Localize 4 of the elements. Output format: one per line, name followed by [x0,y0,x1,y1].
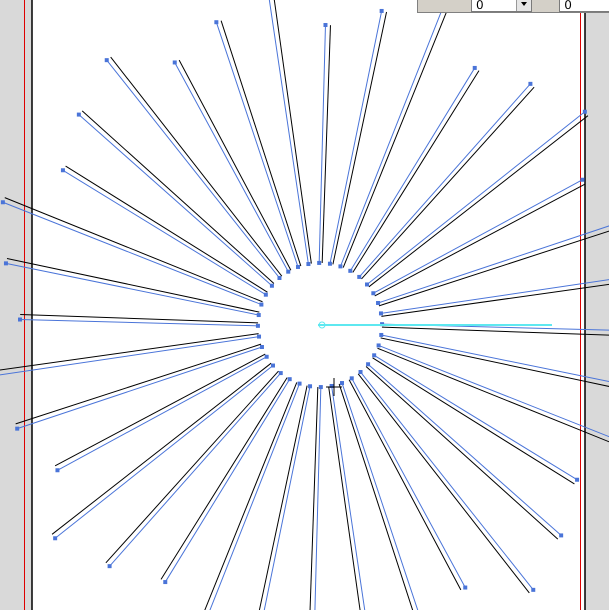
caret-icon [516,0,532,11]
dropdown-field[interactable]: 0 [471,0,532,12]
crosshair-cursor-icon [326,378,342,396]
input-field[interactable]: 0 [559,0,609,12]
